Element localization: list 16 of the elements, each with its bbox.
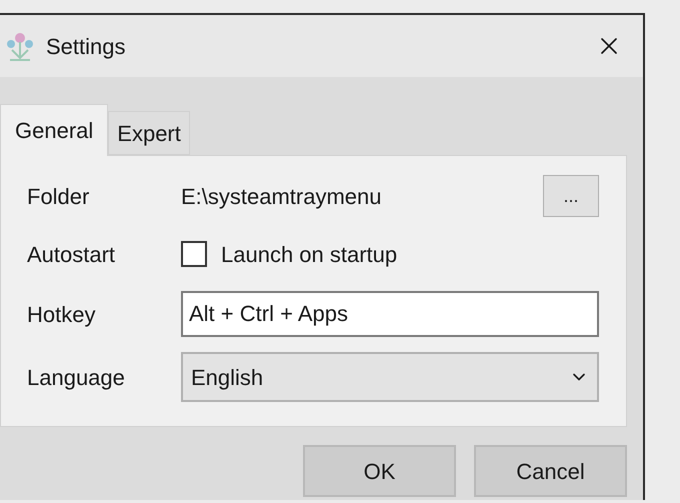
dialog-button[interactable]: Cancel bbox=[474, 445, 627, 497]
field-label: Language bbox=[27, 364, 126, 392]
field-label: Autostart bbox=[27, 240, 116, 268]
tab[interactable]: General bbox=[0, 104, 108, 156]
field-label: Hotkey bbox=[27, 300, 96, 329]
browse-button[interactable]: ... bbox=[543, 175, 599, 217]
hotkey-field[interactable]: Alt + Ctrl + Apps bbox=[181, 291, 599, 337]
tab[interactable]: Expert bbox=[108, 111, 190, 155]
checkbox[interactable] bbox=[181, 241, 207, 267]
language-dropdown[interactable]: English bbox=[181, 352, 599, 402]
folder-path: E:\systeamtraymenu bbox=[181, 182, 382, 211]
window-title: Settings bbox=[46, 32, 126, 61]
field-label: Folder bbox=[27, 182, 90, 210]
checkbox-label: Launch on startup bbox=[221, 240, 398, 269]
startup-checkbox[interactable]: Launch on startup bbox=[181, 238, 398, 270]
dialog-button[interactable]: OK bbox=[303, 445, 456, 497]
